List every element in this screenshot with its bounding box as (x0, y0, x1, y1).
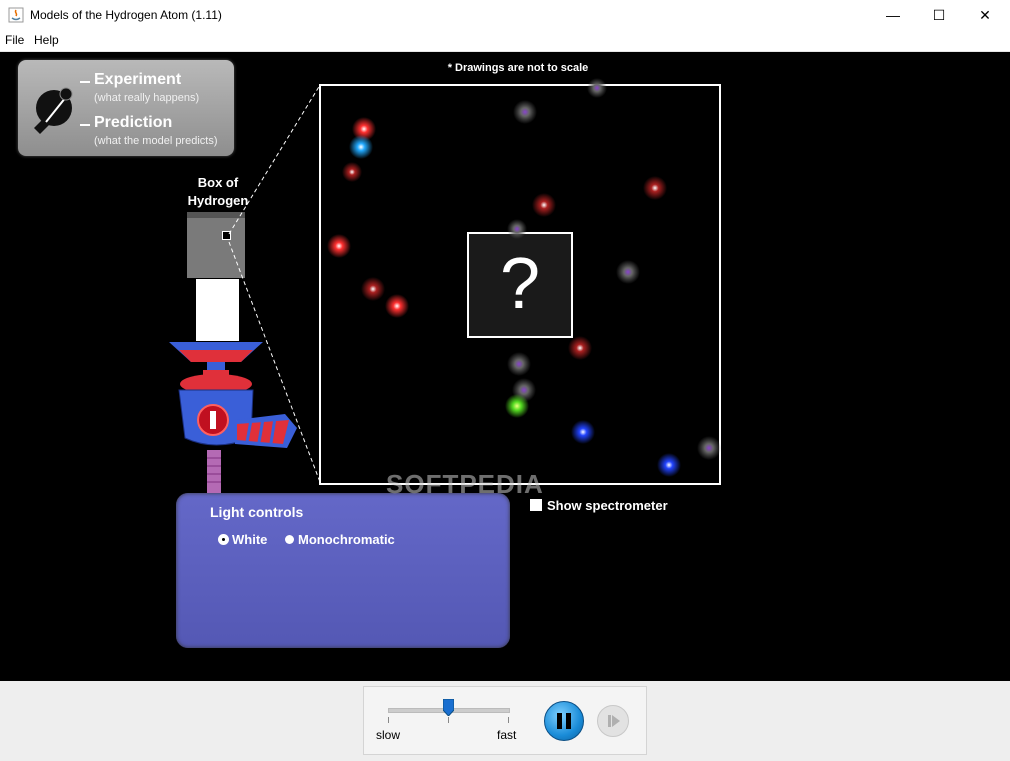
clock-controls: slow fast (363, 686, 647, 755)
title-bar: Models of the Hydrogen Atom (1.11) — ☐ ✕ (0, 0, 1010, 30)
menu-help[interactable]: Help (34, 33, 59, 47)
maximize-button[interactable]: ☐ (916, 0, 962, 30)
slider-tick (508, 717, 509, 723)
maximize-icon: ☐ (932, 7, 946, 23)
slider-tick (448, 717, 449, 723)
photon (532, 193, 556, 217)
radio-white-label: White (232, 532, 268, 547)
watermark: SOFTPEDIA (386, 469, 544, 499)
close-button[interactable]: ✕ (962, 0, 1008, 30)
photon (507, 352, 531, 376)
clock-control-bar: slow fast (0, 681, 1010, 761)
photon (571, 420, 595, 444)
photon (342, 162, 362, 182)
fast-label: fast (497, 728, 517, 742)
menu-bar: File Help (0, 30, 1010, 52)
simulation-canvas: Experiment (what really happens) Predict… (0, 52, 1010, 681)
radio-white[interactable]: White (219, 532, 267, 547)
photon (643, 176, 667, 200)
minimize-button[interactable]: — (870, 0, 916, 30)
photon (327, 234, 351, 258)
radio-monochromatic-label: Monochromatic (298, 532, 395, 547)
window-title: Models of the Hydrogen Atom (1.11) (30, 8, 222, 22)
pause-button[interactable] (544, 701, 584, 741)
light-controls-title: Light controls (210, 504, 304, 520)
photon (349, 135, 373, 159)
radio-monochromatic[interactable]: Monochromatic (285, 532, 395, 547)
step-icon (608, 715, 620, 727)
show-spectrometer-label: Show spectrometer (547, 498, 668, 513)
pause-icon (557, 713, 562, 729)
photon (616, 260, 640, 284)
photon (361, 277, 385, 301)
speed-slider-thumb[interactable] (442, 699, 454, 716)
step-button[interactable] (597, 705, 629, 737)
slider-tick (388, 717, 389, 723)
photon (657, 453, 681, 477)
photon (385, 294, 409, 318)
minimize-icon: — (886, 7, 900, 23)
photon (513, 100, 537, 124)
photon (568, 336, 592, 360)
photon (505, 394, 529, 418)
show-spectrometer-checkbox[interactable]: Show spectrometer (530, 498, 668, 513)
radio-unselected-icon[interactable] (285, 535, 294, 544)
radio-selected-icon[interactable] (219, 535, 228, 544)
photon (587, 78, 607, 98)
pause-icon (566, 713, 571, 729)
checkbox-icon[interactable] (530, 499, 542, 511)
menu-file[interactable]: File (5, 33, 24, 47)
close-icon: ✕ (979, 7, 991, 23)
photon (697, 436, 721, 460)
photon (507, 219, 527, 239)
java-app-icon (8, 7, 24, 23)
slow-label: slow (376, 728, 401, 742)
light-controls-panel: Light controls White Monochromatic (176, 493, 510, 648)
